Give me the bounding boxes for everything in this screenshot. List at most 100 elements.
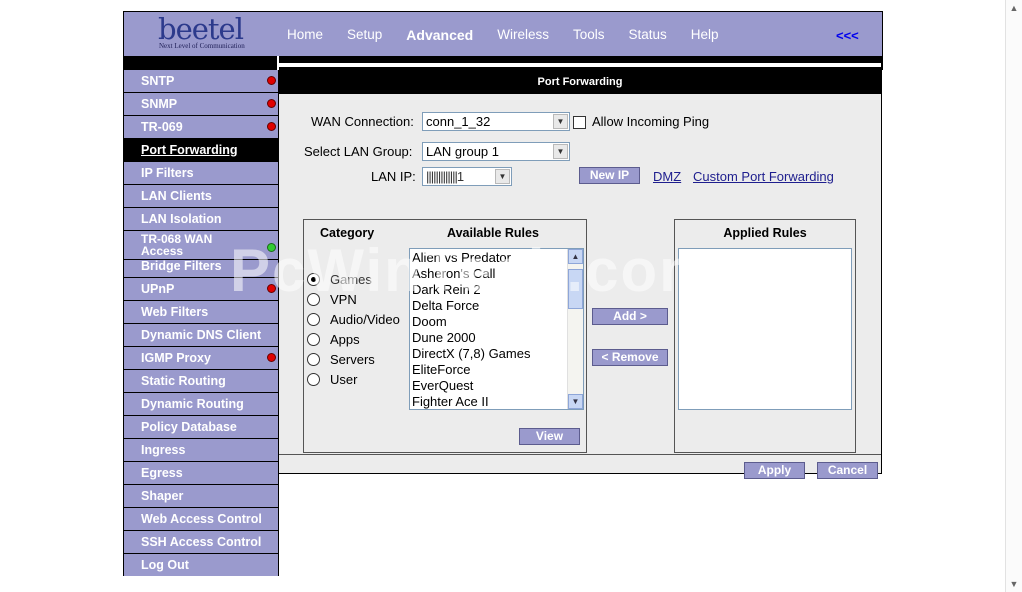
sidebar-item-static-routing[interactable]: Static Routing — [124, 370, 278, 392]
category-radio-vpn[interactable] — [307, 293, 320, 306]
sidebar-item-label: TR-069 — [141, 120, 183, 134]
allow-ping-checkbox[interactable] — [573, 116, 586, 129]
dmz-link[interactable]: DMZ — [653, 169, 681, 184]
sidebar-item-web-access-control[interactable]: Web Access Control — [124, 508, 278, 530]
list-item[interactable]: Alien vs Predator — [410, 250, 583, 266]
sidebar-item-egress[interactable]: Egress — [124, 462, 278, 484]
list-item[interactable]: Fighter Ace II — [410, 394, 583, 409]
title-bar-strip — [123, 56, 883, 70]
applied-rules-panel: Applied Rules — [674, 219, 856, 453]
sidebar-item-label: Egress — [141, 466, 183, 480]
new-ip-button[interactable]: New IP — [579, 167, 640, 184]
sidebar-item-upnp[interactable]: UPnP — [124, 278, 278, 300]
list-scrollbar[interactable]: ▲ ▼ — [567, 249, 583, 409]
router-frame: beetel Next Level of Communication Home … — [123, 11, 883, 581]
sidebar-item-ssh-access-control[interactable]: SSH Access Control — [124, 531, 278, 553]
category-radio-user[interactable] — [307, 373, 320, 386]
wan-connection-label: WAN Connection: — [311, 114, 414, 129]
list-item[interactable]: DirectX (7,8) Games — [410, 346, 583, 362]
sidebar-item-port-forwarding[interactable]: Port Forwarding — [124, 139, 278, 161]
sidebar-item-log-out[interactable]: Log Out — [124, 554, 278, 576]
add-button[interactable]: Add > — [592, 308, 668, 325]
sidebar-item-label: Ingress — [141, 443, 186, 457]
sidebar-item-tr068-wan-access[interactable]: TR-068 WAN Access — [124, 231, 278, 259]
scroll-down-icon[interactable]: ▼ — [1006, 576, 1022, 592]
list-item[interactable]: Doom — [410, 314, 583, 330]
category-label-vpn: VPN — [330, 292, 357, 307]
remove-button[interactable]: < Remove — [592, 349, 668, 366]
sidebar-item-web-filters[interactable]: Web Filters — [124, 301, 278, 323]
nav-help[interactable]: Help — [691, 27, 719, 43]
nav-status[interactable]: Status — [629, 27, 667, 43]
sidebar-item-label: Dynamic Routing — [141, 397, 244, 411]
lan-ip-label: LAN IP: — [371, 169, 416, 184]
sidebar-item-ingress[interactable]: Ingress — [124, 439, 278, 461]
applied-rules-list[interactable] — [678, 248, 852, 410]
nav-home[interactable]: Home — [287, 27, 323, 43]
available-rules-list[interactable]: Alien vs Predator Asheron's Call Dark Re… — [409, 248, 584, 410]
wan-connection-select[interactable]: conn_1_32 ▼ — [422, 112, 570, 131]
list-item[interactable]: Delta Force — [410, 298, 583, 314]
wan-connection-value: conn_1_32 — [426, 114, 491, 129]
chevron-down-icon: ▼ — [553, 144, 568, 159]
view-button[interactable]: View — [519, 428, 580, 445]
list-item[interactable]: EliteForce — [410, 362, 583, 378]
scroll-up-icon[interactable]: ▲ — [1006, 0, 1022, 16]
list-item[interactable]: Dark Rein 2 — [410, 282, 583, 298]
scroll-down-icon[interactable]: ▼ — [568, 394, 583, 409]
category-radio-apps[interactable] — [307, 333, 320, 346]
sidebar-item-shaper[interactable]: Shaper — [124, 485, 278, 507]
status-dot-red-icon — [267, 353, 276, 362]
sidebar-item-label: IP Filters — [141, 166, 194, 180]
category-radio-audio-video[interactable] — [307, 313, 320, 326]
nav-setup[interactable]: Setup — [347, 27, 382, 43]
sidebar-item-label: SNTP — [141, 74, 175, 88]
sidebar-item-ip-filters[interactable]: IP Filters — [124, 162, 278, 184]
divider — [279, 454, 881, 455]
sidebar-item-bridge-filters[interactable]: Bridge Filters — [124, 260, 278, 277]
lan-group-label: Select LAN Group: — [304, 144, 413, 159]
apply-button[interactable]: Apply — [744, 462, 805, 479]
nav-advanced[interactable]: Advanced — [406, 27, 473, 43]
sidebar-item-tr069[interactable]: TR-069 — [124, 116, 278, 138]
category-radio-games[interactable] — [307, 273, 320, 286]
category-panel: Category Available Rules Games VPN Audio… — [303, 219, 587, 453]
collapse-link[interactable]: <<< — [836, 28, 859, 43]
status-dot-green-icon — [267, 243, 276, 252]
sidebar-item-label: Static Routing — [141, 374, 226, 388]
sidebar-item-snmp[interactable]: SNMP — [124, 93, 278, 115]
page-scrollbar[interactable]: ▲ ▼ — [1005, 0, 1022, 592]
cancel-button[interactable]: Cancel — [817, 462, 878, 479]
sidebar-item-label: Dynamic DNS Client — [141, 328, 262, 342]
list-item[interactable]: Dune 2000 — [410, 330, 583, 346]
lan-ip-value: |||||||||||||1 — [426, 169, 464, 184]
lan-ip-select[interactable]: |||||||||||||1 ▼ — [422, 167, 512, 186]
sidebar-item-dynamic-routing[interactable]: Dynamic Routing — [124, 393, 278, 415]
sidebar-item-label: IGMP Proxy — [141, 351, 211, 365]
chevron-down-icon: ▼ — [553, 114, 568, 129]
list-item[interactable]: Asheron's Call — [410, 266, 583, 282]
sidebar-item-dynamic-dns-client[interactable]: Dynamic DNS Client — [124, 324, 278, 346]
sidebar-item-lan-isolation[interactable]: LAN Isolation — [124, 208, 278, 230]
nav-wireless[interactable]: Wireless — [497, 27, 549, 43]
scroll-thumb[interactable] — [568, 269, 583, 309]
sidebar-item-lan-clients[interactable]: LAN Clients — [124, 185, 278, 207]
beetel-logo: beetel Next Level of Communication — [158, 14, 258, 54]
lan-group-select[interactable]: LAN group 1 ▼ — [422, 142, 570, 161]
status-dot-red-icon — [267, 76, 276, 85]
category-radio-servers[interactable] — [307, 353, 320, 366]
header-bar: beetel Next Level of Communication Home … — [123, 11, 883, 56]
custom-port-forwarding-link[interactable]: Custom Port Forwarding — [693, 169, 834, 184]
status-dot-red-icon — [267, 284, 276, 293]
scroll-up-icon[interactable]: ▲ — [568, 249, 583, 264]
list-item[interactable]: EverQuest — [410, 378, 583, 394]
applied-rules-header: Applied Rules — [723, 226, 807, 240]
sidebar-item-policy-database[interactable]: Policy Database — [124, 416, 278, 438]
sidebar-item-sntp[interactable]: SNTP — [124, 70, 278, 92]
sidebar-item-label: Policy Database — [141, 420, 237, 434]
logo-tagline: Next Level of Communication — [159, 42, 245, 50]
sidebar-item-igmp-proxy[interactable]: IGMP Proxy — [124, 347, 278, 369]
lan-group-value: LAN group 1 — [426, 144, 499, 159]
nav-tools[interactable]: Tools — [573, 27, 605, 43]
chevron-down-icon: ▼ — [495, 169, 510, 184]
